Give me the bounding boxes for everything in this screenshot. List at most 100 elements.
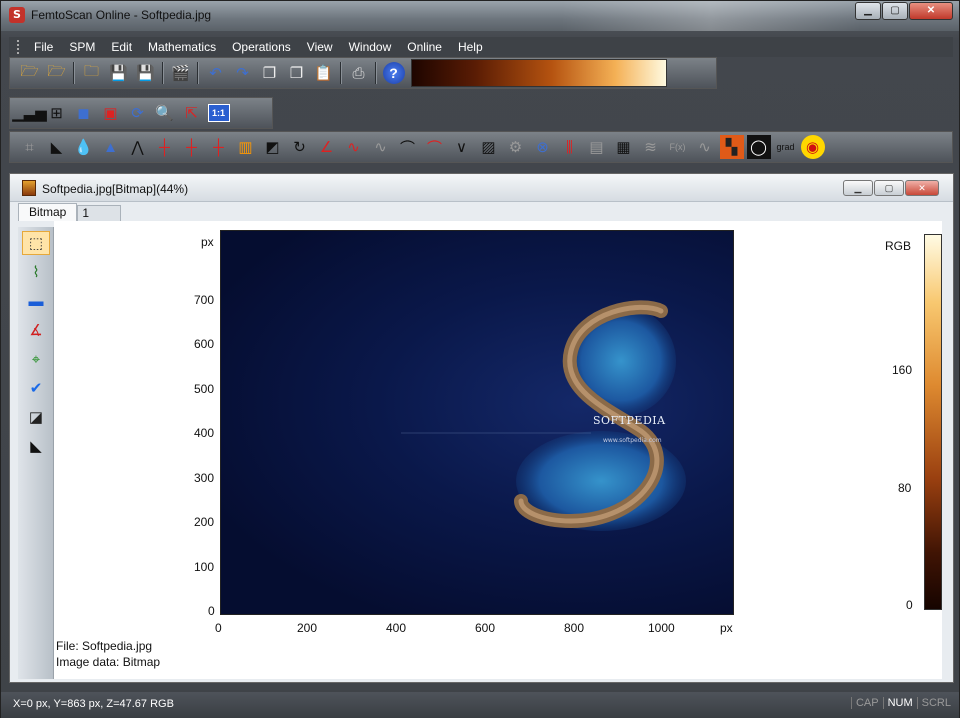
function-icon[interactable]: F(x)	[666, 135, 690, 159]
angle-measure-icon[interactable]: ∡	[22, 318, 50, 342]
document-minimize-button[interactable]: ▁	[843, 180, 873, 196]
wave-icon[interactable]: ∿	[342, 135, 366, 159]
histogram-icon[interactable]: ▁▃▅	[12, 101, 47, 125]
menu-help[interactable]: Help	[450, 40, 491, 54]
path-icon[interactable]: ⌖	[22, 347, 50, 371]
refresh-icon[interactable]: ⟳	[126, 101, 150, 125]
profile-icon[interactable]: ⋀	[126, 135, 150, 159]
spectrum-icon[interactable]: ≋	[639, 135, 663, 159]
arc-marked-icon[interactable]: ⌒	[423, 135, 447, 159]
scale-1to1-button[interactable]: 1:1	[207, 101, 231, 125]
document-tabs: Bitmap 1	[18, 203, 122, 221]
copy-icon[interactable]: ❐	[285, 61, 309, 85]
menu-spm[interactable]: SPM	[61, 40, 103, 54]
separator	[340, 62, 342, 84]
bars-icon[interactable]: ⫼	[558, 135, 582, 159]
resize-icon[interactable]: ⇱	[180, 101, 204, 125]
gradient-icon[interactable]: ▥	[234, 135, 258, 159]
line-icon[interactable]: ▬	[22, 289, 50, 313]
menu-view[interactable]: View	[299, 40, 341, 54]
check-icon[interactable]: ✔	[22, 376, 50, 400]
crop-icon[interactable]: ⌗	[18, 135, 42, 159]
paste-icon[interactable]: 📋	[312, 61, 336, 85]
invert-icon[interactable]: ◩	[261, 135, 285, 159]
plot-canvas: px 700 600 500 400 300 200 100 0 SOFTPED…	[54, 221, 942, 679]
colorbar-label: RGB	[885, 239, 912, 253]
peak-icon[interactable]: ▲	[99, 135, 123, 159]
color-wheel-icon[interactable]: ◉	[800, 135, 825, 159]
profile-view-icon[interactable]: ⌇	[22, 260, 50, 284]
open-folder-icon[interactable]: 🗁	[18, 61, 42, 85]
y-tick-label: 400	[194, 426, 215, 440]
save-icon[interactable]: 💾	[107, 61, 131, 85]
menu-operations[interactable]: Operations	[224, 40, 299, 54]
movie-icon[interactable]: 🎬	[169, 61, 193, 85]
select-rect-icon[interactable]: ⬚	[22, 231, 50, 255]
frame-icon[interactable]: ▣	[99, 101, 123, 125]
redo-icon[interactable]: ↷	[231, 61, 255, 85]
angle-icon[interactable]: ∠	[315, 135, 339, 159]
rotate-icon[interactable]: ↻	[288, 135, 312, 159]
zoom-icon[interactable]: 🔍	[153, 101, 177, 125]
save-all-icon[interactable]: 💾	[134, 61, 158, 85]
threshold-icon[interactable]: ▨	[477, 135, 501, 159]
eraser-icon[interactable]: ◪	[22, 405, 50, 429]
plane-icon[interactable]: ◣	[45, 135, 69, 159]
maximize-button[interactable]: ▢	[882, 2, 908, 20]
plane-fit-icon[interactable]: ◣	[22, 434, 50, 458]
separator	[73, 62, 75, 84]
menu-file[interactable]: File	[26, 40, 61, 54]
minimize-button[interactable]: ▁	[855, 2, 881, 20]
valley-icon[interactable]: ∨	[450, 135, 474, 159]
undo-icon[interactable]: ↶	[204, 61, 228, 85]
colorbar-tick-label: 0	[906, 598, 913, 612]
y-tick-label: 300	[194, 471, 215, 485]
document-close-button[interactable]: ✕	[905, 180, 939, 196]
title-bar: S FemtoScan Online - Softpedia.jpg ▁ ▢ ✕	[1, 1, 959, 31]
app-window: S FemtoScan Online - Softpedia.jpg ▁ ▢ ✕…	[0, 0, 960, 718]
cursor-readout: X=0 px, Y=863 px, Z=47.67 RGB	[13, 698, 174, 710]
open-scan-folder-icon[interactable]: 🗀	[80, 61, 104, 85]
arc-icon[interactable]: ⌒	[396, 135, 420, 159]
gear-icon[interactable]: ⚙	[504, 135, 528, 159]
x-tick-label: 600	[475, 621, 496, 635]
menu-edit[interactable]: Edit	[103, 40, 140, 54]
image-plot[interactable]: SOFTPEDIA www.softpedia.com	[220, 230, 734, 615]
separator	[197, 62, 199, 84]
target-icon[interactable]: ⊗	[531, 135, 555, 159]
status-bar: X=0 px, Y=863 px, Z=47.67 RGB CAP NUM SC…	[1, 692, 959, 718]
menu-online[interactable]: Online	[399, 40, 450, 54]
help-icon[interactable]: ?	[382, 61, 406, 85]
menu-grip[interactable]	[17, 40, 20, 54]
grid-fine-icon[interactable]: ▦	[612, 135, 636, 159]
waveform-icon[interactable]: ∿	[693, 135, 717, 159]
app-icon[interactable]: S	[9, 7, 25, 23]
close-button[interactable]: ✕	[909, 2, 953, 20]
tab-1[interactable]: 1	[77, 205, 122, 221]
grad-button[interactable]: grad	[774, 135, 798, 159]
smooth-icon[interactable]: ∿	[369, 135, 393, 159]
filter-plus-icon[interactable]: ┼	[207, 135, 231, 159]
cube-icon[interactable]: ◼	[72, 101, 96, 125]
document-icon	[22, 180, 36, 196]
tab-bitmap[interactable]: Bitmap	[18, 203, 78, 221]
grid-icon[interactable]: ⊞	[45, 101, 69, 125]
document-maximize-button[interactable]: ▢	[874, 180, 904, 196]
menu-mathematics[interactable]: Mathematics	[140, 40, 224, 54]
circle-icon[interactable]: ◯	[746, 135, 771, 159]
menu-window[interactable]: Window	[341, 40, 400, 54]
image-watermark-text: SOFTPEDIA	[593, 414, 666, 427]
y-tick-label: 600	[194, 337, 215, 351]
map-icon[interactable]: ▚	[719, 135, 744, 159]
colorbar[interactable]	[924, 234, 942, 610]
palette-gradient[interactable]	[411, 59, 667, 87]
scroll-lock-indicator: SCRL	[916, 697, 955, 709]
chart-icon[interactable]: ▤	[585, 135, 609, 159]
copy-icon[interactable]: ❐	[258, 61, 282, 85]
image-data-info: Image data: Bitmap	[56, 655, 161, 669]
drop-icon[interactable]: 💧	[72, 135, 96, 159]
filter-x-icon[interactable]: ┼	[180, 135, 204, 159]
open-folder-icon[interactable]: 🗁	[45, 61, 69, 85]
print-icon[interactable]: ⎙	[347, 61, 371, 85]
filter-icon[interactable]: ┼	[153, 135, 177, 159]
